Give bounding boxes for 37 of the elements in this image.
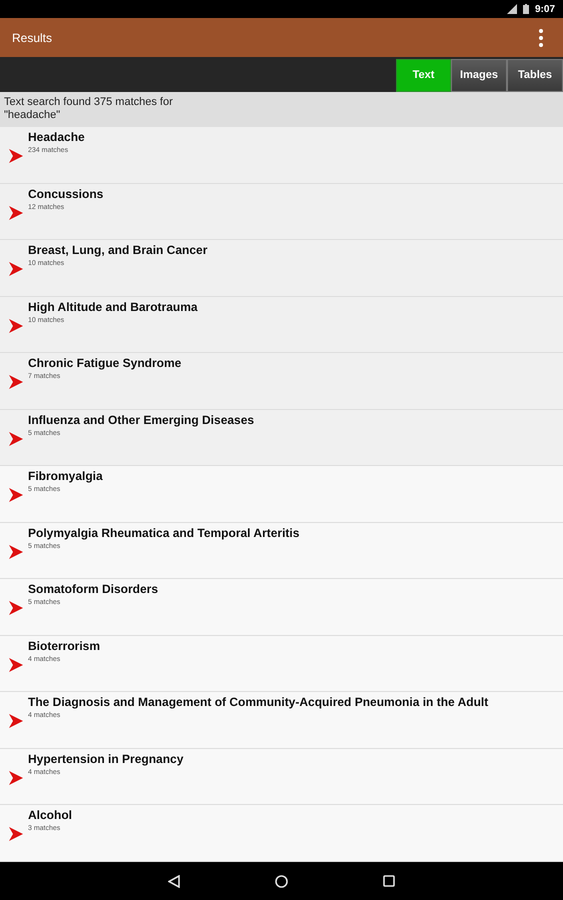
arrow-icon — [9, 488, 23, 502]
result-title: Influenza and Other Emerging Diseases — [28, 412, 254, 428]
arrow-icon — [9, 770, 23, 785]
arrow-icon — [9, 206, 23, 220]
result-title: Bioterrorism — [28, 638, 100, 654]
arrow-icon — [9, 149, 23, 164]
arrow-icon — [9, 262, 23, 276]
recents-icon[interactable] — [383, 875, 395, 887]
signal-icon — [506, 4, 517, 14]
arrow-icon — [9, 658, 23, 672]
summary-text: Text search found 375 matches for "headache" — [4, 96, 174, 122]
back-icon[interactable] — [168, 874, 180, 888]
result-title: Somatoform Disorders — [28, 582, 158, 597]
result-title: Alcohol — [28, 808, 72, 823]
result-title: High Altitude and Barotrauma — [28, 300, 198, 314]
tab[interactable]: Images — [451, 59, 507, 92]
home-icon[interactable] — [275, 874, 288, 888]
result-title: The Diagnosis and Management of Community-Acquired Pneumonia in the Adult — [28, 695, 488, 710]
clock: 9:07 — [534, 2, 555, 16]
result-title: Chronic Fatigue Syndrome — [28, 356, 182, 371]
result-title: Headache — [28, 130, 85, 145]
battery-icon — [522, 4, 529, 14]
arrow-icon — [9, 432, 23, 446]
screen-title: Results — [12, 30, 52, 46]
arrow-icon — [9, 318, 23, 333]
result-title: Fibromyalgia — [28, 469, 103, 484]
arrow-icon — [9, 714, 23, 728]
arrow-icon — [9, 375, 23, 390]
arrow-icon — [9, 601, 23, 616]
result-title: Hypertension in Pregnancy — [28, 752, 184, 766]
arrow-icon — [9, 544, 23, 559]
arrow-icon — [9, 827, 23, 842]
result-title: Breast, Lung, and Brain Cancer — [28, 243, 208, 258]
more-icon — [539, 28, 543, 46]
tab[interactable]: Tables — [507, 59, 563, 92]
result-title: Concussions — [28, 186, 104, 202]
result-title: Polymyalgia Rheumatica and Temporal Arteritis — [28, 526, 300, 540]
